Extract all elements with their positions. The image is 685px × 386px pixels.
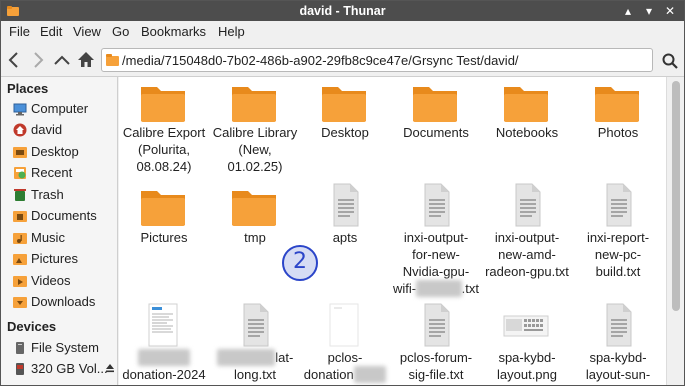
redacted-text: xxxxxxxxx [216, 349, 276, 366]
menu-go[interactable]: Go [112, 24, 129, 39]
file-name: pclos-forum-sig-file.txt [399, 350, 473, 382]
sidebar-item-pictures[interactable]: Pictures [1, 249, 117, 270]
back-icon[interactable] [4, 49, 24, 71]
window-title: david - Thunar [299, 4, 386, 18]
menu-file[interactable]: File [9, 24, 30, 39]
eject-icon[interactable] [105, 362, 115, 374]
sidebar-item-trash[interactable]: Trash [1, 185, 117, 206]
folder-icon [141, 191, 185, 226]
sidebar-item-music[interactable]: Music [1, 228, 117, 249]
desktop-folder-icon [13, 147, 27, 158]
file-name: Calibre Library (New, 01.02.25) [212, 125, 298, 174]
folder-icon [595, 87, 639, 122]
toolbar: /media/715048d0-7b02-486b-a902-29fb8c9ce… [1, 43, 684, 77]
text-file-icon [333, 183, 359, 227]
text-file-icon [606, 183, 632, 227]
forward-icon[interactable] [28, 49, 48, 71]
removable-drive-icon [16, 363, 24, 375]
sidebar-item-videos[interactable]: Videos [1, 271, 117, 292]
file-name: Photos [597, 125, 639, 140]
minimize-icon[interactable]: ▾ [641, 3, 657, 19]
sidebar-item-recent[interactable]: Recent [1, 163, 117, 184]
menu-view[interactable]: View [73, 24, 101, 39]
videos-folder-icon [13, 276, 27, 287]
places-header: Places [7, 81, 49, 96]
vertical-scrollbar[interactable] [666, 77, 684, 385]
file-icon-view: Calibre Export (Polurita, 08.08.24) Calibr… [119, 77, 666, 385]
folder-icon [322, 87, 366, 122]
file-name: Pictures [140, 230, 188, 245]
redacted-text: xxxxxxxx [138, 349, 190, 366]
folder-icon [413, 87, 457, 122]
sidebar-item-volume[interactable]: 320 GB Vol... [1, 359, 117, 380]
sidebar-item-downloads[interactable]: Downloads [1, 292, 117, 313]
file-name: pclos- donationxxxxx [300, 349, 390, 383]
sidebar: Places Computer david Desktop Recent Tra… [1, 77, 118, 385]
pictures-folder-icon [13, 254, 27, 265]
image-thumbnail-icon [503, 315, 549, 337]
location-bar[interactable]: /media/715048d0-7b02-486b-a902-29fb8c9ce… [101, 48, 653, 72]
sidebar-item-desktop[interactable]: Desktop [1, 142, 117, 163]
devices-header: Devices [7, 319, 57, 334]
file-name: Desktop [321, 125, 369, 140]
file-name: Documents [403, 125, 469, 140]
file-name: xxxxxxxxxlat- long.txt [210, 349, 300, 383]
redacted-text: xxxxxxx [416, 280, 462, 297]
home-icon[interactable] [76, 49, 96, 71]
downloads-folder-icon [13, 297, 27, 308]
music-folder-icon [13, 233, 27, 244]
trash-icon [14, 189, 26, 201]
text-file-icon [606, 303, 632, 347]
file-name: tmp [244, 230, 266, 245]
menu-help[interactable]: Help [218, 24, 245, 39]
file-name: Calibre Export (Polurita, 08.08.24) [122, 125, 206, 174]
sidebar-item-computer[interactable]: Computer [1, 99, 117, 120]
file-name: spa-kybd-layout-sun- [585, 350, 651, 382]
menu-edit[interactable]: Edit [40, 24, 62, 39]
folder-icon [232, 87, 276, 122]
folder-icon [504, 87, 548, 122]
file-name: inxi-report-new-pc-build.txt [586, 230, 650, 279]
thunar-window: david - Thunar ▴ ▾ ✕ File Edit View Go B… [0, 0, 685, 386]
file-name: xxxxxxxx donation-2024 [119, 349, 209, 383]
home-icon [13, 123, 27, 137]
maximize-up-icon[interactable]: ▴ [620, 3, 636, 19]
annotation-number-badge: 2 [282, 245, 318, 281]
computer-icon [13, 103, 27, 116]
drive-icon [16, 342, 24, 354]
location-path[interactable]: /media/715048d0-7b02-486b-a902-29fb8c9ce… [122, 53, 519, 68]
folder-icon [106, 54, 119, 66]
file-name: Notebooks [495, 125, 559, 140]
sidebar-item-documents[interactable]: Documents [1, 206, 117, 227]
folder-icon [232, 191, 276, 226]
redacted-text: xxxxx [353, 366, 387, 383]
text-file-icon [424, 183, 450, 227]
file-name: spa-kybd-layout.png [497, 350, 557, 382]
blank-document-thumbnail-icon [329, 303, 359, 347]
scrollbar-thumb[interactable] [672, 81, 680, 311]
search-icon[interactable] [661, 52, 679, 70]
close-icon[interactable]: ✕ [662, 3, 678, 19]
file-name: inxi-output-new-amd-radeon-gpu.txt [485, 230, 569, 279]
document-thumbnail-icon [148, 303, 178, 347]
file-name: inxi-output-for-new-Nvidia-gpu- wifi-xxx… [393, 230, 479, 297]
text-file-icon [243, 303, 269, 347]
menu-bookmarks[interactable]: Bookmarks [141, 24, 206, 39]
parent-folder-icon[interactable] [52, 49, 72, 71]
sidebar-item-david[interactable]: david [1, 120, 117, 141]
text-file-icon [515, 183, 541, 227]
recent-icon [14, 167, 26, 179]
sidebar-item-file-system[interactable]: File System [1, 338, 117, 359]
documents-folder-icon [13, 211, 27, 222]
file-name: apts [332, 230, 358, 245]
menu-bar: File Edit View Go Bookmarks Help [1, 21, 684, 43]
text-file-icon [424, 303, 450, 347]
title-bar: david - Thunar ▴ ▾ ✕ [1, 1, 684, 21]
folder-icon [141, 87, 185, 122]
